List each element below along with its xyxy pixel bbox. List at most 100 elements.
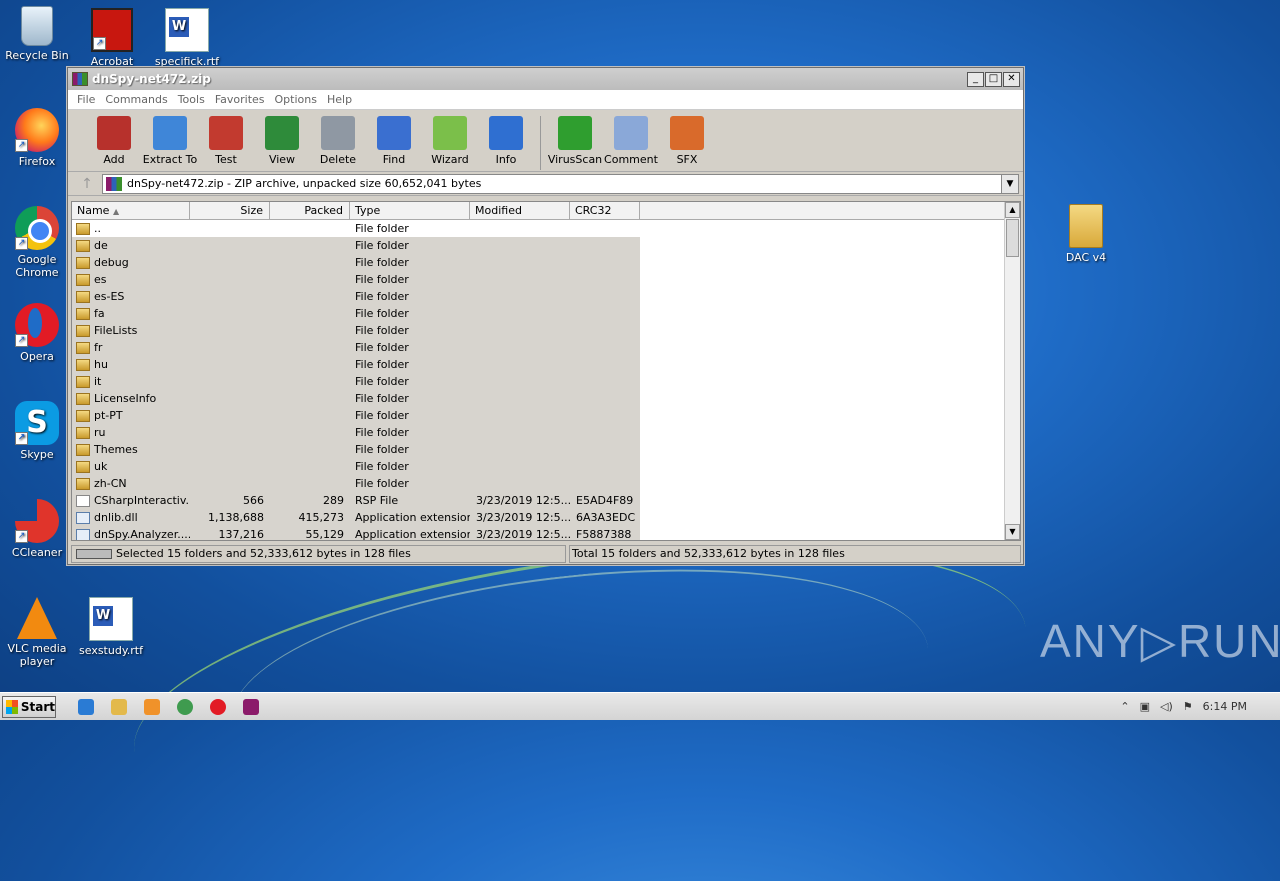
cell-modified: [470, 424, 570, 441]
cell-crc: [570, 339, 640, 356]
menu-commands[interactable]: Commands: [100, 93, 172, 106]
toolbar-button-extract-to[interactable]: Extract To: [142, 116, 198, 166]
menu-help[interactable]: Help: [322, 93, 357, 106]
taskbar-app-media-player[interactable]: [139, 696, 165, 718]
toolbar-button-virusscan[interactable]: VirusScan: [547, 116, 603, 166]
table-row[interactable]: de File folder: [72, 237, 1004, 254]
toolbar-button-sfx[interactable]: SFX: [659, 116, 715, 166]
sort-ascending-icon: ▲: [112, 207, 120, 216]
cell-size: 566: [190, 492, 270, 509]
toolbar-button-comment[interactable]: Comment: [603, 116, 659, 166]
column-size[interactable]: Size: [190, 202, 270, 219]
scroll-up-icon[interactable]: ▲: [1005, 202, 1020, 218]
toolbar-button-delete[interactable]: Delete: [310, 116, 366, 166]
cell-packed: [270, 322, 350, 339]
desktop-icon-label: sexstudy.rtf: [79, 644, 143, 657]
desktop-icon-opera[interactable]: ↗ Opera: [0, 303, 74, 363]
column-type[interactable]: Type: [350, 202, 470, 219]
start-button[interactable]: Start: [2, 695, 56, 718]
table-row[interactable]: pt-PT File folder: [72, 407, 1004, 424]
minimize-button[interactable]: _: [967, 71, 984, 87]
title-bar[interactable]: dnSpy-net472.zip _ □ ✕: [68, 68, 1023, 90]
taskbar-app-winrar[interactable]: [238, 696, 264, 718]
scroll-down-icon[interactable]: ▼: [1005, 524, 1020, 540]
up-arrow-icon[interactable]: ↑: [72, 176, 102, 192]
tray-expand-icon[interactable]: ⌃: [1120, 700, 1129, 713]
taskbar-app-internet-explorer[interactable]: [73, 696, 99, 718]
desktop-icon-vlc[interactable]: VLC media player: [0, 597, 74, 668]
table-row[interactable]: hu File folder: [72, 356, 1004, 373]
desktop-icon-specifick[interactable]: W specifick.rtf: [150, 8, 224, 68]
taskbar-app-chrome[interactable]: [172, 696, 198, 718]
toolbar-button-info[interactable]: Info: [478, 116, 534, 166]
menu-favorites[interactable]: Favorites: [210, 93, 270, 106]
column-modified[interactable]: Modified: [470, 202, 570, 219]
column-name[interactable]: Name ▲: [72, 202, 190, 219]
table-row[interactable]: FileLists File folder: [72, 322, 1004, 339]
menu-options[interactable]: Options: [270, 93, 322, 106]
desktop-icon-acrobat[interactable]: ↗ Acrobat: [75, 8, 149, 68]
cell-crc: F5887388: [570, 526, 640, 540]
desktop-icon-ccleaner[interactable]: ↗ CCleaner: [0, 499, 74, 559]
desktop-icon-chrome[interactable]: ↗ Google Chrome: [0, 206, 74, 279]
network-icon[interactable]: ▣: [1140, 700, 1150, 713]
cell-modified: [470, 373, 570, 390]
table-row[interactable]: dnlib.dll 1,138,688 415,273 Application ext…: [72, 509, 1004, 526]
cell-modified: 3/23/2019 12:5...: [470, 526, 570, 540]
maximize-button[interactable]: □: [985, 71, 1002, 87]
table-row[interactable]: uk File folder: [72, 458, 1004, 475]
cell-type: File folder: [350, 407, 470, 424]
start-label: Start: [20, 699, 55, 714]
chevron-down-icon[interactable]: ▼: [1001, 174, 1018, 193]
desktop-icon-firefox[interactable]: ↗ Firefox: [0, 108, 74, 168]
taskbar-app-opera[interactable]: [205, 696, 231, 718]
desktop-icon-skype[interactable]: S ↗ Skype: [0, 401, 74, 461]
menu-file[interactable]: File: [72, 93, 100, 106]
cell-size: [190, 458, 270, 475]
table-row[interactable]: zh-CN File folder: [72, 475, 1004, 492]
desktop-icon-label: Recycle Bin: [5, 49, 69, 62]
toolbar-button-test[interactable]: Test: [198, 116, 254, 166]
table-row[interactable]: ru File folder: [72, 424, 1004, 441]
action-center-flag-icon[interactable]: ⚑: [1183, 700, 1193, 713]
volume-icon[interactable]: ◁): [1160, 700, 1173, 713]
desktop-icon-sexstudy[interactable]: W sexstudy.rtf: [74, 597, 148, 657]
vertical-scrollbar[interactable]: ▲ ▼: [1004, 202, 1020, 540]
toolbar-separator: [540, 116, 541, 170]
file-name: LicenseInfo: [94, 392, 157, 405]
table-row[interactable]: fr File folder: [72, 339, 1004, 356]
table-row[interactable]: it File folder: [72, 373, 1004, 390]
toolbar-button-add[interactable]: Add: [86, 116, 142, 166]
table-row[interactable]: es-ES File folder: [72, 288, 1004, 305]
toolbar-button-view[interactable]: View: [254, 116, 310, 166]
taskbar-app-explorer-folder[interactable]: [106, 696, 132, 718]
cell-name: pt-PT: [72, 407, 190, 424]
table-row[interactable]: debug File folder: [72, 254, 1004, 271]
table-row[interactable]: LicenseInfo File folder: [72, 390, 1004, 407]
cell-size: [190, 254, 270, 271]
table-row[interactable]: fa File folder: [72, 305, 1004, 322]
table-row[interactable]: CSharpInteractiv... 566 289 RSP File 3/23/20…: [72, 492, 1004, 509]
toolbar-button-wizard[interactable]: Wizard: [422, 116, 478, 166]
cell-size: 137,216: [190, 526, 270, 540]
column-packed[interactable]: Packed: [270, 202, 350, 219]
desktop-icon-recycle-bin[interactable]: Recycle Bin: [0, 6, 74, 62]
desktop-icon-label: Skype: [20, 448, 54, 461]
table-row[interactable]: Themes File folder: [72, 441, 1004, 458]
toolbar-button-find[interactable]: Find: [366, 116, 422, 166]
table-row[interactable]: es File folder: [72, 271, 1004, 288]
desktop-icon-dac-v4[interactable]: DAC v4: [1049, 204, 1123, 264]
folder-icon: [76, 341, 90, 354]
address-field[interactable]: dnSpy-net472.zip - ZIP archive, unpacked…: [102, 173, 1019, 194]
close-button[interactable]: ✕: [1003, 71, 1020, 87]
winrar-icon: [243, 698, 259, 715]
table-row[interactable]: dnSpy.Analyzer.... 137,216 55,129 Applicati…: [72, 526, 1004, 540]
column-crc32[interactable]: CRC32: [570, 202, 640, 219]
menu-tools[interactable]: Tools: [173, 93, 210, 106]
cell-crc: E5AD4F89: [570, 492, 640, 509]
clock[interactable]: 6:14 PM: [1203, 700, 1247, 713]
table-row[interactable]: .. File folder: [72, 220, 1004, 237]
drive-icon[interactable]: [76, 549, 112, 559]
cell-type: File folder: [350, 475, 470, 492]
scroll-thumb[interactable]: [1006, 219, 1019, 257]
